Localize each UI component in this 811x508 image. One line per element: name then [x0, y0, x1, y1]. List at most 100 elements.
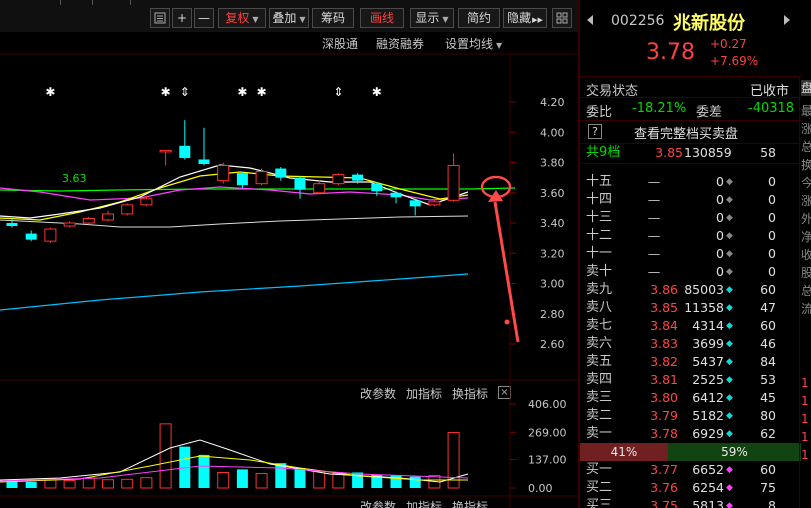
candle-body [6, 223, 18, 227]
level-volume: 4314 [692, 318, 724, 333]
candle-body [44, 228, 57, 242]
chevron-down-icon: ▼ [252, 15, 259, 24]
diamond-icon: ◆ [726, 285, 733, 295]
diamond-icon: ◆ [726, 357, 733, 367]
volume-bar [198, 454, 210, 488]
order-level-row[interactable]: 卖七 3.84 4314 ◆ 60 [580, 317, 800, 335]
order-level-row[interactable]: 买二 3.76 6254 ◆ 75 [580, 479, 800, 497]
overlay-dropdown[interactable]: 叠加 ▼ [269, 8, 309, 28]
level-label: 卖六 [586, 336, 613, 351]
grid-view-button[interactable] [552, 8, 572, 28]
divider [580, 163, 801, 164]
level-label: 十二 [586, 228, 613, 243]
order-level-row[interactable]: 卖九 3.86 85003 ◆ 60 [580, 281, 800, 299]
level-price: 3.77 [650, 462, 678, 477]
level-price: 3.79 [650, 408, 678, 423]
candle-body [294, 177, 306, 190]
hide-button[interactable]: 隐藏▶▶ [503, 8, 547, 28]
chevron-down-icon: ▼ [299, 15, 306, 24]
toolbar-tab-stub[interactable] [60, 0, 61, 5]
level-label: 买三 [586, 498, 613, 508]
order-level-row[interactable]: 卖四 3.81 2525 ◆ 53 [580, 371, 800, 389]
candle-body [409, 200, 421, 207]
level-label: 卖九 [586, 282, 613, 297]
event-marker: ✱ [372, 85, 382, 99]
ma250-line [0, 273, 469, 311]
volume-bar [313, 470, 326, 489]
draw-line-button[interactable]: 画线 [360, 8, 404, 28]
chart-menu-button[interactable] [150, 8, 170, 28]
full-book-button[interactable]: ? 查看完整档买卖盘 [580, 121, 801, 143]
grid-icon [556, 12, 568, 24]
chips-button[interactable]: 筹码 [312, 8, 354, 28]
diamond-icon: ◆ [726, 267, 733, 277]
order-level-row[interactable]: 十三 —0 ◆ 0 [580, 209, 800, 227]
toolbar-tab-stub[interactable] [92, 0, 93, 5]
order-level-row[interactable]: 卖五 3.82 5437 ◆ 84 [580, 353, 800, 371]
zoom-out-button[interactable]: — [194, 8, 214, 28]
diamond-icon: ◆ [726, 501, 733, 508]
diamond-icon: ◆ [726, 465, 733, 475]
candle-body [121, 204, 134, 215]
level-count: 60 [760, 282, 776, 297]
event-marker: ⇕ [333, 85, 343, 99]
side-column-char: 换 [801, 158, 811, 172]
order-level-row[interactable]: 买一 3.77 6652 ◆ 60 [580, 461, 800, 479]
level-price: 3.76 [650, 480, 678, 495]
level-price: 3.84 [650, 318, 678, 333]
diamond-icon: ◆ [726, 483, 733, 493]
order-level-row[interactable]: 卖六 3.83 3699 ◆ 46 [580, 335, 800, 353]
kline-chart-area[interactable]: 深股通 融资融券 设置均线 ▼ 改参数 加指标 换指标 × 改参数 加指标 换指标… [0, 32, 578, 508]
order-level-row[interactable]: 十二 —0 ◆ 0 [580, 227, 800, 245]
diamond-icon: ◆ [726, 393, 733, 403]
order-level-row[interactable]: 卖一 3.78 6929 ◆ 62 [580, 425, 800, 443]
order-level-row[interactable]: 卖十 —0 ◆ 0 [580, 263, 800, 281]
display-dropdown[interactable]: 显示 ▼ [410, 8, 454, 28]
side-column-char: 总 [801, 140, 811, 154]
level-volume: 11358 [684, 300, 724, 315]
weibi-value: -18.21% [632, 101, 687, 116]
order-level-row[interactable]: 买三 3.75 5813 ◆ 8 [580, 497, 800, 508]
ma-label: 3.63 [62, 172, 87, 185]
fuquan-dropdown[interactable]: 复权 ▼ [218, 8, 266, 28]
level-label: 买二 [586, 480, 613, 495]
prev-stock-icon[interactable] [585, 14, 595, 26]
level-count: 47 [760, 300, 776, 315]
help-icon: ? [588, 124, 602, 139]
full-book-label: 查看完整档买卖盘 [634, 127, 739, 142]
level-count: 62 [760, 426, 776, 441]
level-label: 十一 [586, 246, 613, 261]
toolbar-tab-stub[interactable] [130, 0, 131, 5]
side-column-char: 净 [801, 230, 811, 244]
level-price: 3.83 [650, 336, 678, 351]
level-label: 十三 [586, 210, 613, 225]
weicha-value: -40318 [748, 101, 795, 116]
order-level-row[interactable]: 卖二 3.79 5182 ◆ 80 [580, 407, 800, 425]
level-volume: 6929 [692, 426, 724, 441]
price-change-pct: +7.69% [710, 54, 759, 68]
level-volume: 6412 [692, 390, 724, 405]
zoom-in-button[interactable]: + [172, 8, 192, 28]
price-axis-label: 4.00 [540, 126, 565, 139]
volume-bar [159, 423, 172, 489]
total-levels-row: 共9档 3.85 130859 58 [580, 144, 800, 162]
next-stock-icon[interactable] [782, 14, 792, 26]
price-axis-label: 2.60 [540, 338, 565, 351]
buy-ratio: 59% [668, 443, 801, 461]
side-tab-pan[interactable]: 盘 [801, 80, 811, 96]
order-level-row[interactable]: 十五 —0 ◆ 0 [580, 173, 800, 191]
side-column-char: 外 [801, 212, 811, 226]
diamond-icon: ◆ [726, 213, 733, 223]
volume-bar [121, 478, 134, 489]
diamond-icon: ◆ [726, 177, 733, 187]
level-price: — [647, 174, 661, 189]
diamond-icon: ◆ [726, 231, 733, 241]
order-level-row[interactable]: 十一 —0 ◆ 0 [580, 245, 800, 263]
level-count: 46 [760, 336, 776, 351]
total-levels-label: 共9档 [586, 145, 621, 160]
simple-button[interactable]: 简约 [458, 8, 500, 28]
order-level-row[interactable]: 卖三 3.80 6412 ◆ 45 [580, 389, 800, 407]
order-level-row[interactable]: 卖八 3.85 11358 ◆ 47 [580, 299, 800, 317]
order-level-row[interactable]: 十四 —0 ◆ 0 [580, 191, 800, 209]
total-volume: 130859 [684, 145, 732, 160]
